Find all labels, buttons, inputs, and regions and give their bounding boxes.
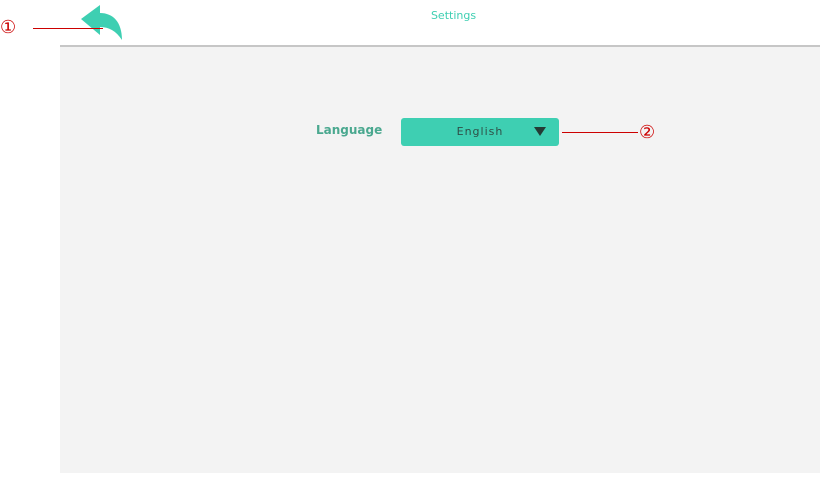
page-title: Settings (430, 9, 477, 22)
annotation-marker-2: ② (639, 122, 656, 143)
settings-content-panel (60, 47, 820, 473)
language-dropdown[interactable]: English (401, 118, 559, 146)
triangle-down-icon (534, 127, 546, 136)
annotation-leader-line-1 (33, 28, 103, 29)
header-divider (60, 45, 820, 47)
settings-screen: Settings ① Language English ② (0, 0, 827, 483)
annotation-leader-line-2 (562, 132, 638, 133)
annotation-marker-1: ① (0, 17, 17, 38)
language-label: Language (316, 123, 383, 137)
back-arrow-icon[interactable] (80, 4, 124, 42)
